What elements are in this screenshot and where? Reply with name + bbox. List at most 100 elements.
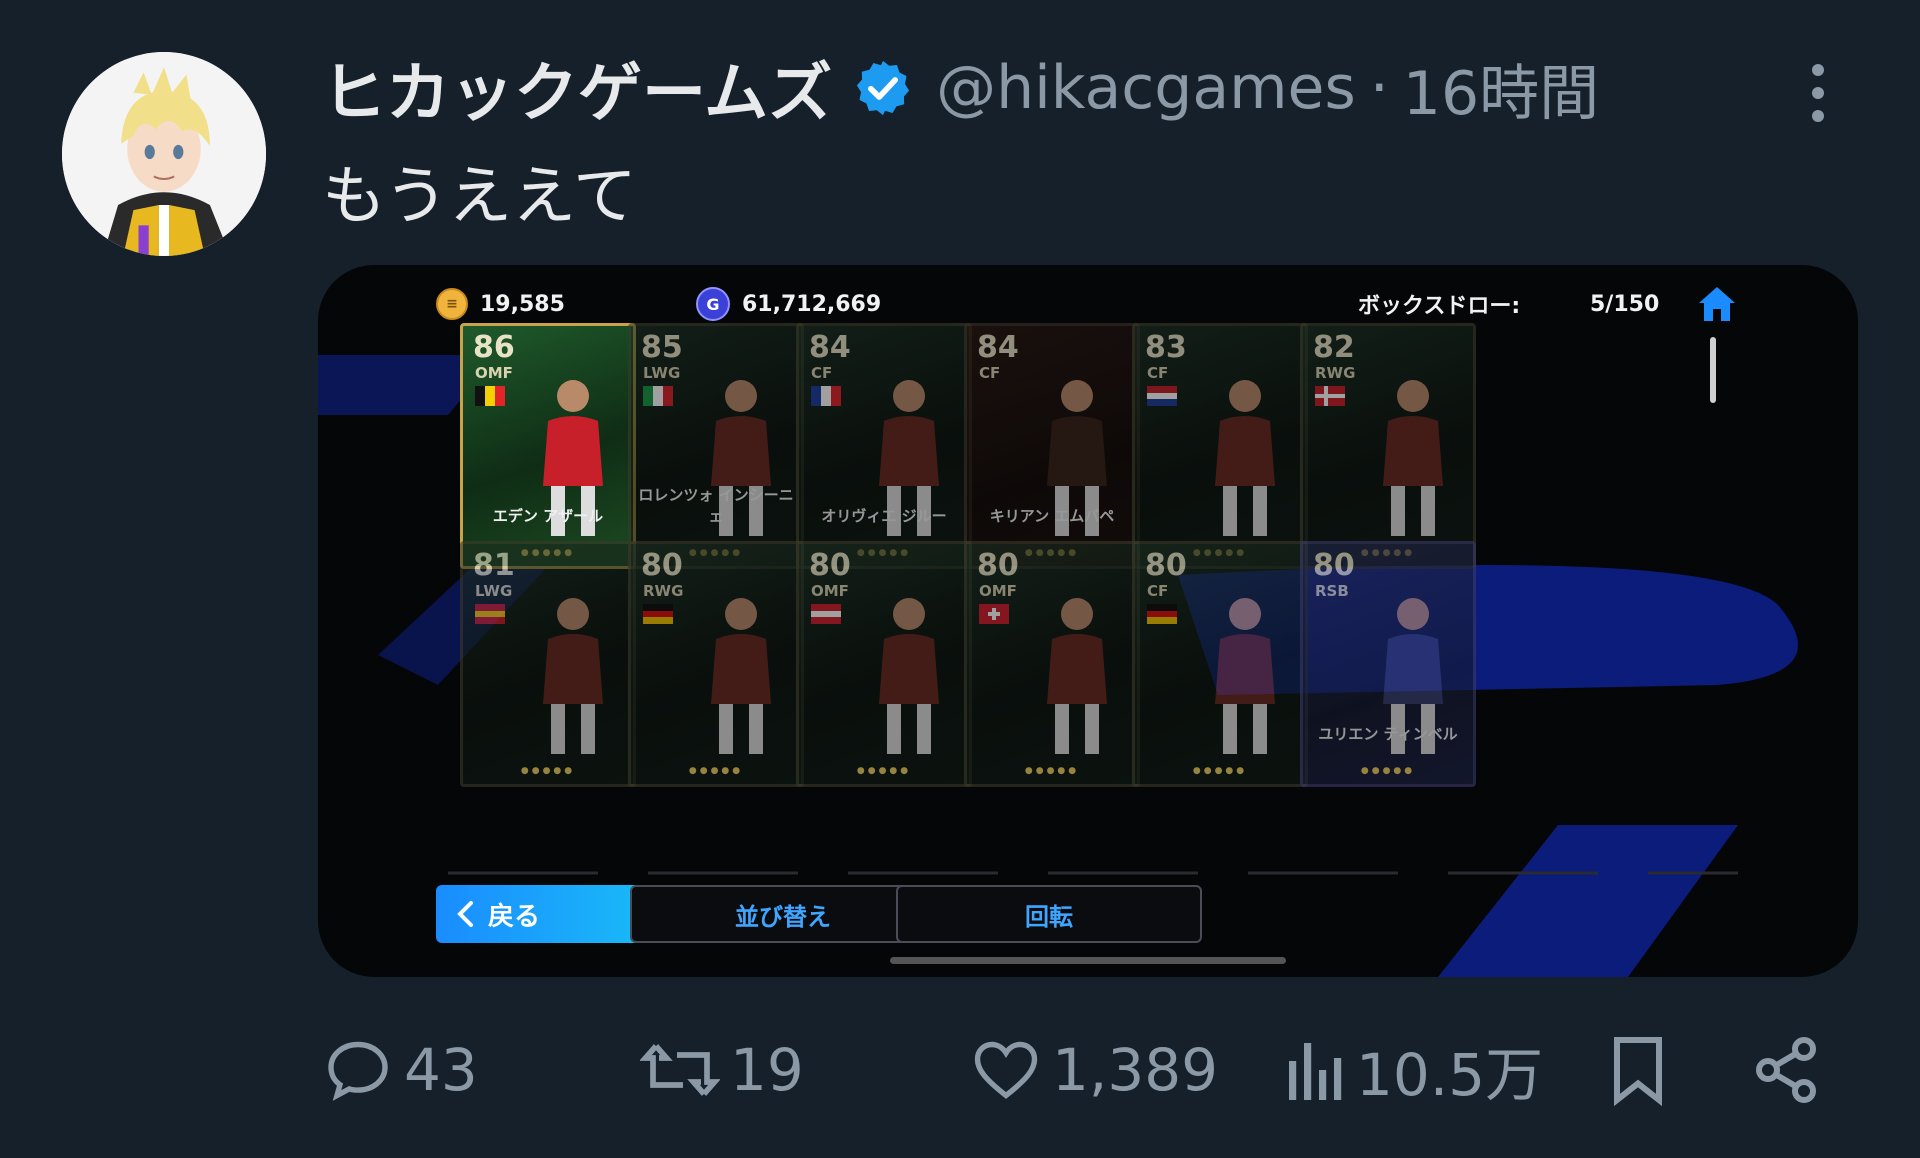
player-silhouette-icon — [711, 380, 771, 536]
card-level-dots: ●●●●● — [1360, 766, 1416, 776]
card-rating: 84 — [977, 330, 1019, 365]
tweet-author-line: ヒカックゲームズ @hikacgames · 16時間 — [322, 48, 1599, 131]
like-count: 1,389 — [1052, 1036, 1219, 1104]
card-rating: 83 — [1145, 330, 1187, 365]
player-silhouette-icon — [1047, 598, 1107, 754]
card-player-name: オリヴィエ ジルー — [821, 507, 947, 525]
card-position: CF — [811, 364, 833, 382]
nation-flag-icon — [811, 386, 841, 406]
sort-button-label: 並び替え — [735, 902, 831, 931]
card-level-dots: ●●●●● — [856, 766, 912, 776]
coins-value: 19,585 — [480, 291, 565, 317]
player-silhouette-icon — [879, 380, 939, 536]
views-action[interactable]: 10.5万 — [1286, 1030, 1543, 1110]
home-indicator-bar — [890, 957, 1286, 964]
bookmark-icon[interactable] — [1608, 1032, 1668, 1108]
nation-flag-icon — [1315, 386, 1345, 406]
nation-flag-icon — [1147, 604, 1177, 624]
box-count-value: 5/150 — [1590, 291, 1660, 317]
nation-flag-icon — [643, 604, 673, 624]
coin-icon: ≡ — [436, 288, 468, 320]
player-silhouette-icon — [543, 598, 603, 754]
player-card[interactable]: 85LWGロレンツォ インシーニェ●●●●● — [628, 323, 804, 569]
player-silhouette-icon — [543, 380, 603, 536]
nation-flag-icon — [979, 604, 1009, 624]
views-chart-icon — [1289, 1043, 1342, 1100]
scrollbar-thumb[interactable] — [1710, 337, 1716, 403]
player-card[interactable]: 80 RSB ユリエン ティンベル ●●●●● — [1300, 541, 1476, 787]
verified-badge-icon[interactable] — [852, 57, 914, 119]
separator-dot: · — [1369, 53, 1389, 123]
player-silhouette-icon — [879, 598, 939, 754]
player-silhouette-icon — [1047, 380, 1107, 536]
card-level-dots: ●●●●● — [688, 766, 744, 776]
player-card[interactable]: 86OMFエデン アザール●●●●● — [460, 323, 636, 569]
heart-icon — [974, 1041, 1038, 1099]
box-draw-count: 5/150 — [1590, 281, 1659, 327]
card-rating: 82 — [1313, 330, 1355, 365]
like-action[interactable]: 1,389 — [970, 1030, 1218, 1110]
card-rating: 80 — [641, 548, 683, 583]
card-position: CF — [979, 364, 1001, 382]
card-level-dots: ●●●●● — [520, 766, 576, 776]
more-options-icon[interactable] — [1800, 60, 1836, 126]
reply-count: 43 — [404, 1036, 478, 1104]
card-level-dots: ●●●●● — [1192, 766, 1248, 776]
player-card[interactable]: 81 LWG ●●●●● — [460, 541, 636, 787]
card-rating: 81 — [473, 548, 515, 583]
box-draw-text: ボックスドロー: — [1358, 294, 1521, 319]
card-rating: 80 — [1313, 548, 1355, 583]
gp-display: G 61,712,669 — [696, 281, 881, 327]
card-position: CF — [1147, 364, 1169, 382]
player-card[interactable]: 84CFキリアン エムバペ●●●●● — [964, 323, 1140, 569]
rotate-button[interactable]: 回転 — [896, 885, 1202, 943]
player-card[interactable]: 83CF●●●●● — [1132, 323, 1308, 569]
view-count: 10.5万 — [1356, 1041, 1544, 1109]
retweet-count: 19 — [730, 1036, 804, 1104]
card-rating: 85 — [641, 330, 683, 365]
author-handle[interactable]: @hikacgames — [936, 53, 1356, 123]
tweet-text: もうええて — [322, 160, 637, 234]
card-rating: 86 — [473, 330, 515, 365]
player-card[interactable]: 80 RWG ●●●●● — [628, 541, 804, 787]
sort-button[interactable]: 並び替え — [630, 885, 936, 943]
coins-display: ≡ 19,585 — [436, 281, 565, 327]
gp-icon: G — [696, 287, 730, 321]
retweet-icon — [640, 1044, 720, 1096]
player-silhouette-icon — [1215, 598, 1275, 754]
card-rating: 80 — [1145, 548, 1187, 583]
tweet-timestamp[interactable]: 16時間 — [1403, 45, 1599, 132]
player-card[interactable]: 84CFオリヴィエ ジルー●●●●● — [796, 323, 972, 569]
player-card[interactable]: 80 CF ●●●●● — [1132, 541, 1308, 787]
tweet-media[interactable]: ≡ 19,585 G 61,712,669 ボックスドロー: 5/150 86 O… — [318, 265, 1858, 977]
reply-action[interactable]: 43 — [322, 1030, 478, 1110]
gp-value: 61,712,669 — [742, 291, 882, 317]
rotate-button-label: 回転 — [1025, 902, 1073, 931]
back-button-label: 戻る — [488, 901, 541, 932]
card-player-name: キリアン エムバペ — [989, 507, 1115, 525]
card-rating: 84 — [809, 330, 851, 365]
player-silhouette-icon — [1383, 380, 1443, 536]
home-icon[interactable] — [1696, 283, 1738, 325]
avatar-image — [62, 52, 266, 256]
player-silhouette-icon — [1215, 380, 1275, 536]
nation-flag-icon — [643, 386, 673, 406]
card-rating: 80 — [809, 548, 851, 583]
card-level-dots: ●●●●● — [1024, 766, 1080, 776]
card-player-name: エデン アザール — [492, 507, 604, 525]
avatar[interactable] — [62, 52, 266, 256]
card-position: CF — [1147, 582, 1169, 600]
author-name[interactable]: ヒカックゲームズ — [322, 42, 832, 134]
nation-flag-icon — [475, 604, 505, 624]
card-player-name: ロレンツォ インシーニェ — [638, 486, 794, 525]
reply-icon — [328, 1041, 388, 1101]
nation-flag-icon — [1147, 386, 1177, 406]
player-silhouette-icon — [1383, 598, 1443, 754]
chevron-left-icon — [457, 901, 473, 927]
player-card[interactable]: 80 OMF ●●●●● — [964, 541, 1140, 787]
player-card[interactable]: 82RWG●●●●● — [1300, 323, 1476, 569]
nation-flag-icon — [475, 386, 505, 406]
player-card[interactable]: 80 OMF ●●●●● — [796, 541, 972, 787]
retweet-action[interactable]: 19 — [640, 1030, 804, 1110]
share-icon[interactable] — [1750, 1032, 1822, 1108]
